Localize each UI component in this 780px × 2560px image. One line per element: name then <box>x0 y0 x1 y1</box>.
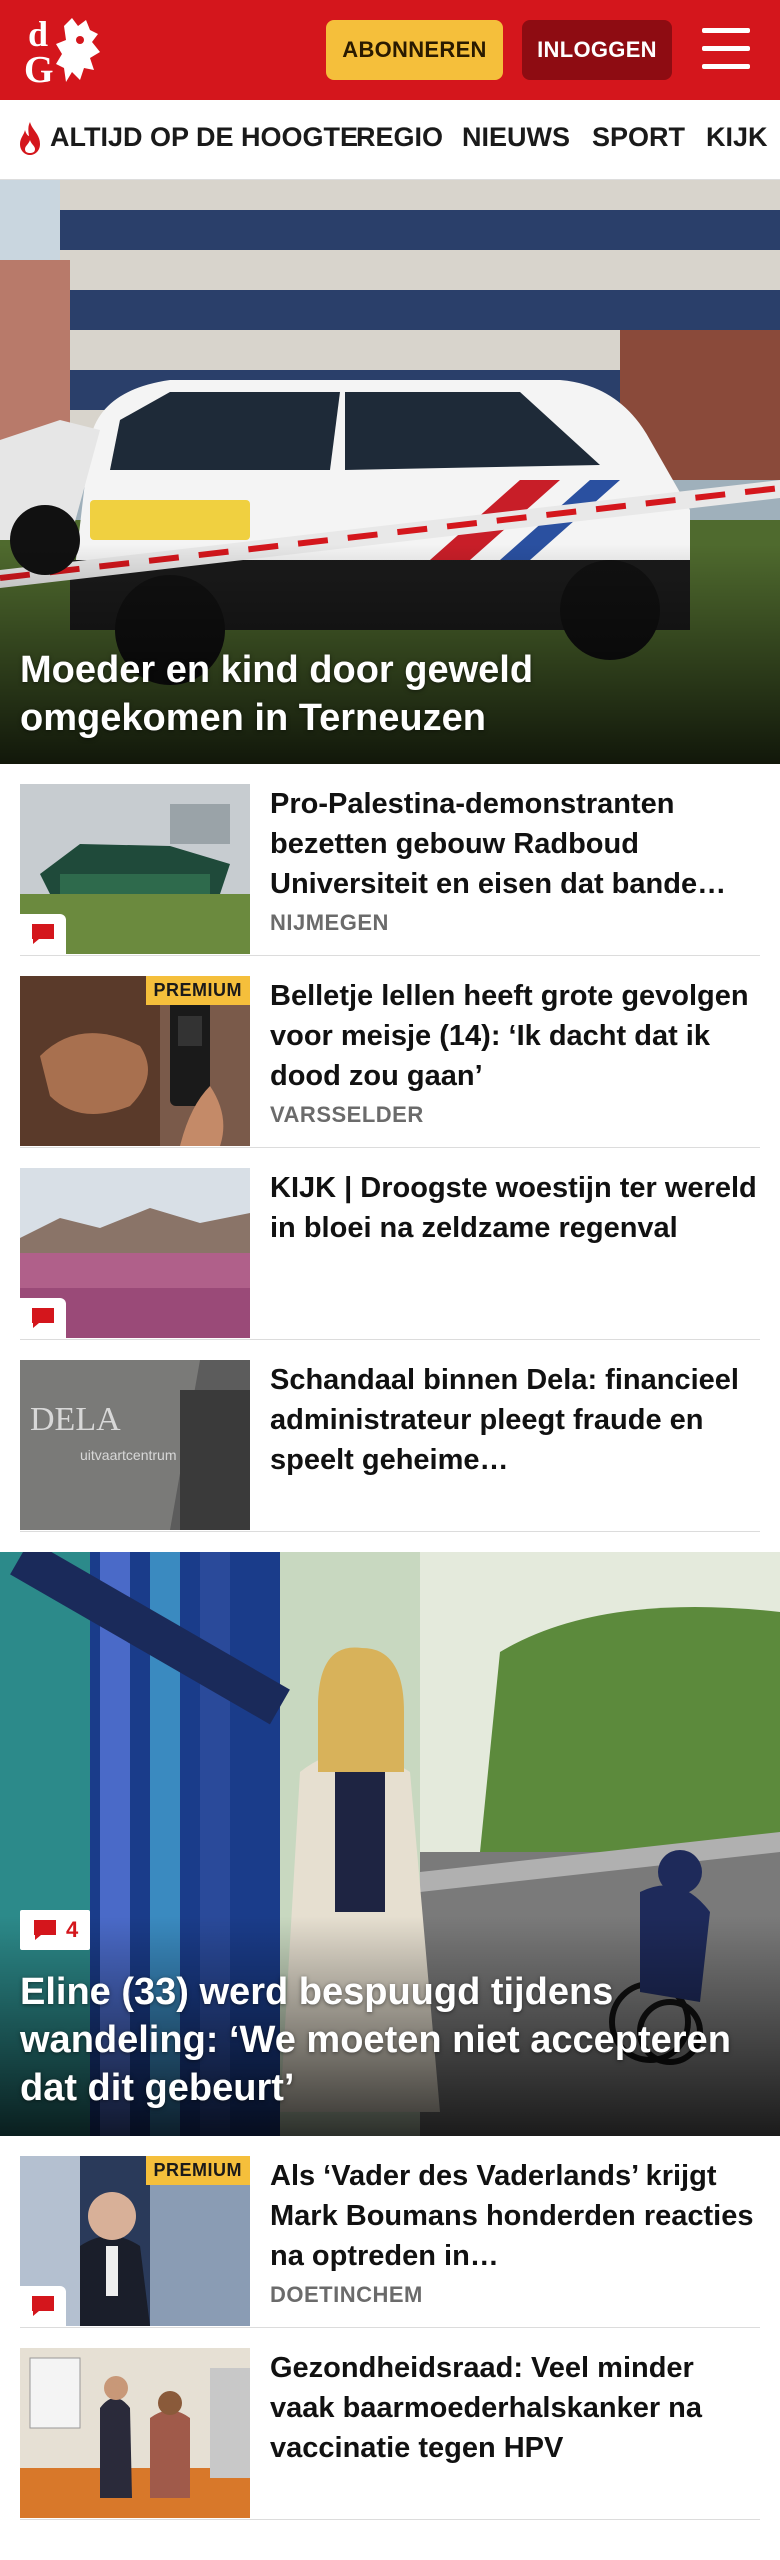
premium-badge: PREMIUM <box>145 2156 250 2185</box>
flame-icon <box>20 122 40 155</box>
nav-item-altijd-op-de-hoogte[interactable]: ALTIJD OP DE HOOGTE <box>50 122 358 153</box>
comment-icon <box>20 914 66 954</box>
svg-text:G: G <box>24 49 54 88</box>
login-button[interactable]: INLOGGEN <box>522 20 672 80</box>
nav-item-nieuws[interactable]: NIEUWS <box>462 122 570 153</box>
hero-article[interactable]: Moeder en kind door geweld omgekomen in … <box>0 180 780 764</box>
list-item[interactable]: Gezondheidsraad: Veel minder vaak baarmo… <box>20 2328 760 2520</box>
hero-title-2[interactable]: Eline (33) werd bespuugd tijdens wandeli… <box>20 1968 760 2112</box>
site-header: d G ABONNEREN INLOGGEN <box>0 0 780 100</box>
list-item[interactable]: PREMIUM Als ‘Vader des Vaderlands’ krijg… <box>20 2136 760 2328</box>
list-item[interactable]: KIJK | Droogste woestijn ter wereld in b… <box>20 1148 760 1340</box>
nav-item-regio[interactable]: REGIO <box>356 122 443 153</box>
list-item[interactable]: DELA uitvaartcentrum Schandaal binnen De… <box>20 1340 760 1532</box>
article-title[interactable]: Gezondheidsraad: Veel minder vaak baarmo… <box>270 2348 760 2468</box>
nav-item-sport[interactable]: SPORT <box>592 122 685 153</box>
subscribe-button[interactable]: ABONNEREN <box>326 20 503 80</box>
svg-text:d: d <box>28 14 48 54</box>
comment-icon <box>20 1298 66 1338</box>
svg-text:uitvaartcentrum: uitvaartcentrum <box>80 1447 176 1463</box>
comment-count: 4 <box>66 1917 79 1942</box>
article-title[interactable]: Als ‘Vader des Vaderlands’ krijgt Mark B… <box>270 2156 760 2276</box>
article-title[interactable]: KIJK | Droogste woestijn ter wereld in b… <box>270 1168 760 1248</box>
article-location: NIJMEGEN <box>270 910 389 935</box>
hamburger-menu-icon[interactable] <box>700 26 752 72</box>
article-location: VARSSELDER <box>270 1102 424 1127</box>
article-thumbnail <box>20 2348 250 2518</box>
hero-article-2[interactable]: 4 Eline (33) werd bespuugd tijdens wande… <box>0 1552 780 2136</box>
logo[interactable]: d G <box>20 12 120 91</box>
nav-item-kijk[interactable]: KIJK <box>706 122 768 153</box>
article-thumbnail: PREMIUM <box>20 976 250 1146</box>
list-item[interactable]: PREMIUM Belletje lellen heeft grote gevo… <box>20 956 760 1148</box>
article-title[interactable]: Belletje lellen heeft grote gevolgen voo… <box>270 976 760 1096</box>
list-item[interactable]: Pro-Palestina-demonstranten bezetten geb… <box>20 764 760 956</box>
premium-badge: PREMIUM <box>145 976 250 1005</box>
article-thumbnail: DELA uitvaartcentrum <box>20 1360 250 1530</box>
hero-title[interactable]: Moeder en kind door geweld omgekomen in … <box>20 646 760 742</box>
comment-icon <box>20 2286 66 2326</box>
article-title[interactable]: Pro-Palestina-demonstranten bezetten geb… <box>270 784 760 904</box>
section-nav: ALTIJD OP DE HOOGTE REGIO NIEUWS SPORT K… <box>0 100 780 180</box>
comment-count-badge: 4 <box>20 1910 91 1950</box>
article-title[interactable]: Schandaal binnen Dela: financieel admini… <box>270 1360 760 1480</box>
article-location: DOETINCHEM <box>270 2282 423 2307</box>
comment-icon <box>34 1920 56 1940</box>
svg-text:DELA: DELA <box>30 1401 121 1438</box>
